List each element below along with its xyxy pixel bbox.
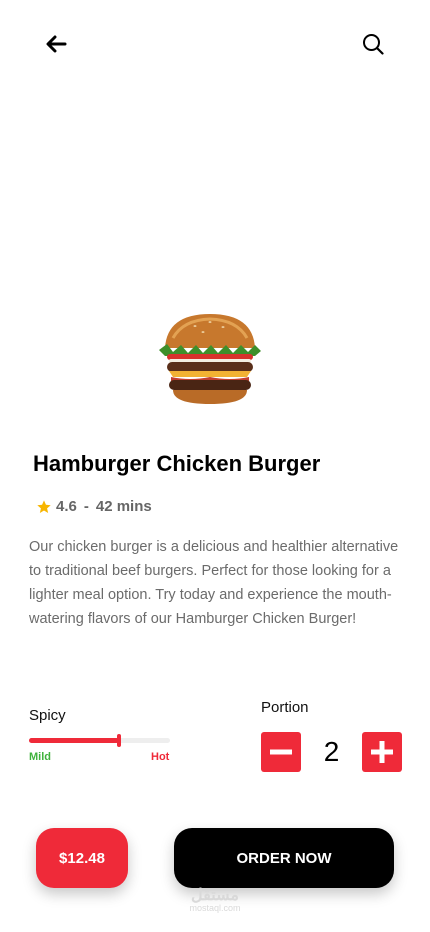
delivery-time: 42 mins [95,498,152,515]
product-detail-screen: Hamburger Chicken Burger 4.6 - 42 mins O… [0,0,430,932]
spicy-slider-thumb[interactable] [117,734,122,747]
product-description: Our chicken burger is a delicious and he… [29,539,399,627]
product-title: Hamburger Chicken Burger [33,451,321,476]
portion-label: Portion [261,699,309,716]
watermark-arabic: مستقل [191,887,239,904]
order-now-button[interactable]: ORDER NOW [174,828,394,888]
price-button[interactable]: $12.48 [36,828,128,888]
back-button[interactable] [40,28,72,60]
burger-image [159,314,261,404]
minus-icon [270,749,292,755]
plus-icon [371,741,393,763]
decrease-portion-button[interactable] [261,732,301,772]
spicy-max-label: Hot [151,751,170,763]
spicy-slider[interactable] [29,734,170,747]
increase-portion-button[interactable] [362,732,402,772]
spicy-slider-fill [29,738,120,743]
watermark-logo: مستقل mostaql.com [178,888,252,913]
search-button[interactable] [357,28,389,60]
rating-value: 4.6 [56,498,77,515]
spicy-min-label: Mild [29,751,51,763]
search-icon [363,34,384,55]
arrow-left-icon [46,35,67,53]
rating-row: 4.6 - 42 mins [36,498,152,515]
rating-separator: - [83,498,89,515]
star-icon [37,499,51,513]
portion-value: 2 [323,736,340,767]
spicy-label: Spicy [29,707,66,724]
watermark-latin: mostaql.com [189,903,241,913]
